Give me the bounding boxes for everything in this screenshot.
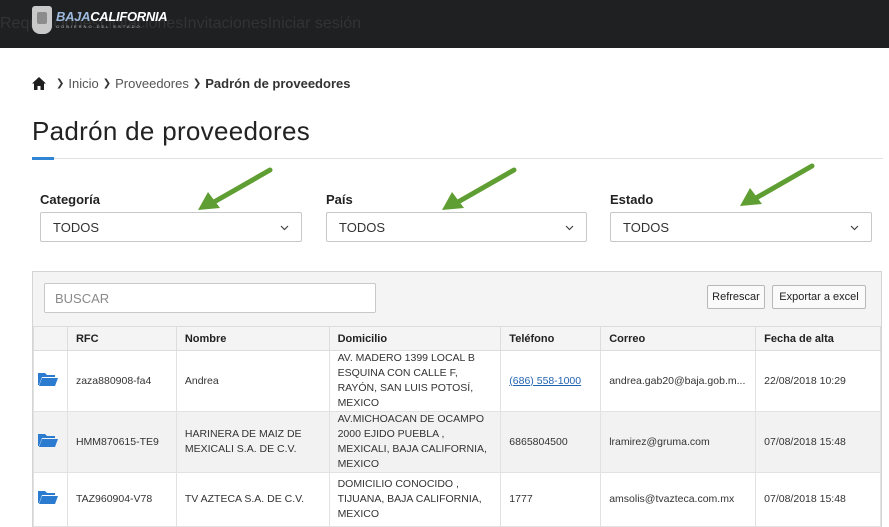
column-header-folder — [33, 326, 68, 351]
rfc-cell: TAZ960904-V78 — [66, 472, 177, 527]
column-header-rfc[interactable]: RFC — [66, 326, 177, 351]
phone-link[interactable]: (686) 558-1000 — [509, 375, 581, 387]
domicilio-cell: AV.MICHOACAN DE OCAMPO 2000 EJIDO PUEBLA… — [328, 411, 502, 473]
chevron-right-icon: ❯ — [102, 78, 112, 89]
estado-select-value: TODOS — [623, 219, 669, 235]
table-row[interactable]: zaza880908-fa4 Andrea AV. MADERO 1399 LO… — [33, 350, 881, 412]
folder-open-icon[interactable] — [38, 490, 59, 504]
search-input[interactable] — [44, 283, 376, 313]
logo-subtitle: GOBIERNO DEL ESTADO — [56, 24, 142, 29]
folder-open-icon[interactable] — [38, 372, 59, 386]
rfc-cell: HMM870615-TE9 — [66, 411, 177, 473]
folder-cell — [33, 472, 68, 527]
chevron-right-icon: ❯ — [56, 78, 65, 89]
chevron-down-icon — [565, 225, 574, 231]
table-row[interactable]: HMM870615-TE9 HARINERA DE MAIZ DE MEXICA… — [33, 411, 881, 473]
annotation-arrow-icon — [198, 167, 273, 210]
annotation-arrow-icon — [442, 167, 517, 210]
column-header-fecha[interactable]: Fecha de alta — [755, 326, 881, 351]
chevron-down-icon — [280, 225, 289, 231]
page-title: Padrón de proveedores — [32, 116, 311, 146]
nombre-cell: Andrea — [175, 350, 330, 412]
correo-cell: andrea.gab20@baja.gob.m... — [600, 350, 757, 412]
estado-label: Estado — [610, 192, 654, 207]
home-icon[interactable] — [32, 77, 46, 90]
chevron-right-icon: ❯ — [192, 78, 202, 89]
providers-table: RFC Nombre Domicilio Teléfono Correo Fec… — [33, 326, 881, 527]
column-header-correo[interactable]: Correo — [600, 326, 757, 351]
title-accent-bar — [32, 157, 54, 160]
nombre-cell: TV AZTECA S.A. DE C.V. — [175, 472, 330, 527]
top-navbar: BAJACALIFORNIA GOBIERNO DEL ESTADO Requi… — [0, 0, 889, 48]
estado-select[interactable]: TODOS — [610, 212, 872, 242]
annotation-arrow-icon — [740, 163, 815, 206]
categoria-select[interactable]: TODOS — [40, 212, 302, 242]
refresh-button[interactable]: Refrescar — [707, 285, 765, 309]
pais-label: País — [326, 192, 353, 207]
nombre-cell: HARINERA DE MAIZ DE MEXICALI S.A. DE C.V… — [175, 411, 330, 473]
domicilio-cell: AV. MADERO 1399 LOCAL B ESQUINA CON CALL… — [328, 350, 502, 412]
telefono-cell: 6865804500 — [500, 411, 602, 473]
table-row[interactable]: TAZ960904-V78 TV AZTECA S.A. DE C.V. DOM… — [33, 472, 881, 527]
nav-iniciar-sesion[interactable]: Iniciar sesión — [268, 15, 361, 33]
telefono-cell: (686) 558-1000 — [500, 350, 602, 412]
nav-invitaciones[interactable]: Invitaciones — [183, 15, 268, 33]
table-header-row: RFC Nombre Domicilio Teléfono Correo Fec… — [33, 326, 881, 351]
fecha-cell: 07/08/2018 15:48 — [755, 411, 881, 473]
column-header-nombre[interactable]: Nombre — [175, 326, 330, 351]
domicilio-cell: DOMICILIO CONOCIDO , TIJUANA, BAJA CALIF… — [328, 472, 502, 527]
folder-open-icon[interactable] — [38, 433, 59, 447]
export-excel-button[interactable]: Exportar a excel — [772, 285, 866, 309]
breadcrumb-proveedores[interactable]: Proveedores — [115, 76, 189, 91]
title-divider — [32, 158, 883, 159]
logo-wordmark: BAJACALIFORNIA — [56, 9, 168, 24]
breadcrumb-current: Padrón de proveedores — [205, 76, 351, 91]
column-header-domicilio[interactable]: Domicilio — [328, 326, 502, 351]
categoria-select-value: TODOS — [53, 219, 99, 235]
pais-select-value: TODOS — [339, 219, 385, 235]
categoria-label: Categoría — [40, 192, 100, 207]
folder-cell — [33, 411, 68, 473]
breadcrumb: ❯ Inicio ❯ Proveedores ❯ Padrón de prove… — [32, 76, 350, 91]
rfc-cell: zaza880908-fa4 — [66, 350, 177, 412]
fecha-cell: 07/08/2018 15:48 — [755, 472, 881, 527]
correo-cell: lramirez@gruma.com — [600, 411, 757, 473]
folder-cell — [33, 350, 68, 412]
telefono-cell: 1777 — [500, 472, 602, 527]
state-seal-icon — [32, 6, 52, 34]
column-header-telefono[interactable]: Teléfono — [500, 326, 602, 351]
breadcrumb-inicio[interactable]: Inicio — [68, 76, 98, 91]
baja-california-logo[interactable]: BAJACALIFORNIA GOBIERNO DEL ESTADO — [32, 6, 168, 34]
chevron-down-icon — [850, 225, 859, 231]
pais-select[interactable]: TODOS — [326, 212, 587, 242]
fecha-cell: 22/08/2018 10:29 — [755, 350, 881, 412]
correo-cell: amsolis@tvazteca.com.mx — [600, 472, 757, 527]
